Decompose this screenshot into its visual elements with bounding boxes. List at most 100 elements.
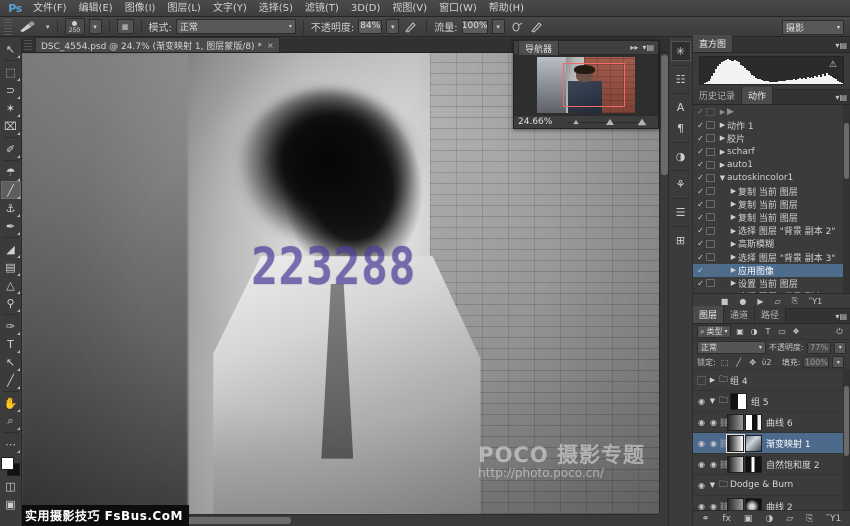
action-row[interactable]: ✓▶复制 当前 图层: [693, 198, 850, 211]
panel-menu-icon[interactable]: ▾▤: [835, 93, 847, 102]
actions-list[interactable]: ✓▶▶✓▶动作 1✓▶胶片✓▶scharf✓▶auto1✓▼autoskinco…: [693, 105, 850, 293]
properties-rail-icon[interactable]: ☰: [671, 202, 691, 222]
tab-navigator[interactable]: 导航器: [518, 40, 559, 56]
brush-panel-toggle[interactable]: ▾: [89, 19, 102, 34]
action-toggle-checkbox[interactable]: ✓: [695, 226, 706, 235]
action-dialog-toggle[interactable]: [706, 148, 715, 156]
flow-stepper[interactable]: ▾: [492, 19, 505, 34]
airbrush-icon[interactable]: [509, 19, 525, 35]
action-toggle-checkbox[interactable]: ✓: [695, 121, 706, 130]
layer-thumbnail[interactable]: [727, 435, 744, 452]
gradient-tool[interactable]: ▤: [1, 258, 21, 276]
action-row[interactable]: ✓▶设置 当前 图层: [693, 277, 850, 290]
play-selection-icon[interactable]: ▶: [757, 297, 763, 306]
layer-mask-link-icon[interactable]: ⛓: [719, 502, 727, 510]
opacity-input[interactable]: 84%: [358, 20, 382, 34]
dodge-tool[interactable]: ⚲: [1, 294, 21, 312]
menu-item-5[interactable]: 选择(S): [253, 0, 299, 17]
action-row[interactable]: ✓▶应用图像: [693, 264, 850, 277]
new-adjustment-layer-icon[interactable]: ◑: [765, 514, 773, 524]
brush-preset-icon[interactable]: [16, 19, 42, 35]
tab-channels[interactable]: 通道: [724, 306, 755, 323]
lock-position-icon[interactable]: ✥: [747, 356, 759, 368]
document-tab[interactable]: DSC_4554.psd @ 24.7% (渐变映射 1, 图层蒙版/8) * …: [35, 37, 280, 52]
action-row[interactable]: ✓▶auto1: [693, 158, 850, 171]
expand-triangle-icon[interactable]: ▶: [729, 266, 738, 274]
channels-rail-icon[interactable]: ⊞: [671, 230, 691, 250]
layer-row[interactable]: ◉◉⛓曲线 6: [693, 412, 850, 433]
begin-recording-icon[interactable]: ●: [739, 297, 746, 306]
lock-transparent-pixels-icon[interactable]: ⬚: [719, 356, 731, 368]
expand-triangle-icon[interactable]: ▶: [729, 187, 738, 195]
action-toggle-checkbox[interactable]: ✓: [695, 266, 706, 275]
move-tool[interactable]: ↖: [1, 40, 21, 58]
double-arrow-icon[interactable]: ▸▸: [630, 43, 638, 52]
color-rail-icon[interactable]: ◑: [671, 146, 691, 166]
action-row[interactable]: ✓▶选择 图层 "背景 副本 2": [693, 290, 850, 293]
layer-mask-link-icon[interactable]: ⛓: [719, 439, 727, 448]
stop-playing-icon[interactable]: ■: [721, 297, 729, 306]
layer-thumbnail[interactable]: [727, 456, 744, 473]
histogram-rail-icon[interactable]: ✳: [671, 41, 691, 61]
menu-item-4[interactable]: 文字(Y): [207, 0, 253, 17]
action-row[interactable]: ✓▶复制 当前 图层: [693, 211, 850, 224]
group-expand-triangle-icon[interactable]: ▼: [708, 481, 717, 489]
flow-input[interactable]: 100%: [462, 20, 488, 34]
brush-tool[interactable]: ╱: [1, 181, 21, 199]
expand-triangle-icon[interactable]: ▼: [718, 174, 727, 182]
lock-all-icon[interactable]: ὑ2: [761, 356, 773, 368]
action-dialog-toggle[interactable]: [706, 227, 715, 235]
action-dialog-toggle[interactable]: [706, 200, 715, 208]
expand-triangle-icon[interactable]: ▶: [729, 240, 738, 248]
canvas-vertical-scrollbar[interactable]: [659, 53, 668, 514]
layer-opacity-value[interactable]: 77%: [807, 342, 832, 354]
action-dialog-toggle[interactable]: [706, 134, 715, 142]
action-toggle-checkbox[interactable]: ✓: [695, 160, 706, 169]
menu-item-9[interactable]: 窗口(W): [433, 0, 483, 17]
action-toggle-checkbox[interactable]: ✓: [695, 253, 706, 262]
action-row[interactable]: ✓▶复制 当前 图层: [693, 184, 850, 197]
expand-triangle-icon[interactable]: ▶: [718, 161, 727, 169]
action-row[interactable]: ✓▶scharf: [693, 145, 850, 158]
layer-visibility-toggle[interactable]: ◉: [695, 502, 708, 510]
lock-image-pixels-icon[interactable]: ╱: [733, 356, 745, 368]
action-dialog-toggle[interactable]: [706, 253, 715, 261]
quick-selection-tool[interactable]: ✶: [1, 99, 21, 117]
layer-visibility-toggle[interactable]: [697, 376, 706, 385]
info-rail-icon[interactable]: ☷: [671, 69, 691, 89]
adjustments-rail-icon[interactable]: ⚘: [671, 174, 691, 194]
path-selection-tool[interactable]: ↖: [1, 353, 21, 371]
actions-scrollbar[interactable]: [843, 105, 850, 293]
layer-row[interactable]: ◉◉⛓曲线 2: [693, 496, 850, 510]
filter-adjustment-icon[interactable]: ◑: [748, 325, 761, 338]
action-row[interactable]: ✓▶选择 图层 "背景 副本 3": [693, 250, 850, 263]
action-row[interactable]: ✓▶动作 1: [693, 119, 850, 132]
action-dialog-toggle[interactable]: [706, 108, 715, 116]
layer-row[interactable]: ◉◉⛓自然饱和度 2: [693, 454, 850, 475]
layer-row[interactable]: ◉▼🗀Dodge & Burn: [693, 475, 850, 496]
action-dialog-toggle[interactable]: [706, 161, 715, 169]
brush-preset-dropdown-arrow[interactable]: ▾: [46, 23, 50, 31]
panel-menu-icon[interactable]: ▾▤: [642, 43, 654, 52]
zoom-in-icon[interactable]: [638, 119, 647, 126]
action-dialog-toggle[interactable]: [706, 121, 715, 129]
layer-fill-stepper[interactable]: ▾: [832, 356, 844, 368]
edit-toolbar-tool[interactable]: ⋯: [1, 435, 21, 453]
action-toggle-checkbox[interactable]: ✓: [695, 134, 706, 143]
action-toggle-checkbox[interactable]: ✓: [695, 147, 706, 156]
menu-item-10[interactable]: 帮助(H): [483, 0, 530, 17]
workspace-switcher[interactable]: 摄影 ▾: [782, 20, 844, 35]
color-swatches[interactable]: [1, 457, 21, 477]
action-dialog-toggle[interactable]: [706, 174, 715, 182]
expand-triangle-icon[interactable]: ▶: [718, 121, 727, 129]
action-dialog-toggle[interactable]: [706, 213, 715, 221]
tab-histogram[interactable]: 直方图: [693, 35, 733, 52]
filter-type-icon[interactable]: T: [762, 325, 775, 338]
layer-thumbnail[interactable]: [727, 498, 744, 510]
layer-fill-value[interactable]: 100%: [803, 356, 829, 368]
add-layer-mask-icon[interactable]: ▣: [744, 514, 753, 524]
menu-item-7[interactable]: 3D(D): [345, 0, 387, 17]
layer-blend-mode-dropdown[interactable]: 正常 ▾: [697, 341, 766, 354]
blur-tool[interactable]: △: [1, 276, 21, 294]
layer-row[interactable]: ◉▼🗀组 5: [693, 391, 850, 412]
